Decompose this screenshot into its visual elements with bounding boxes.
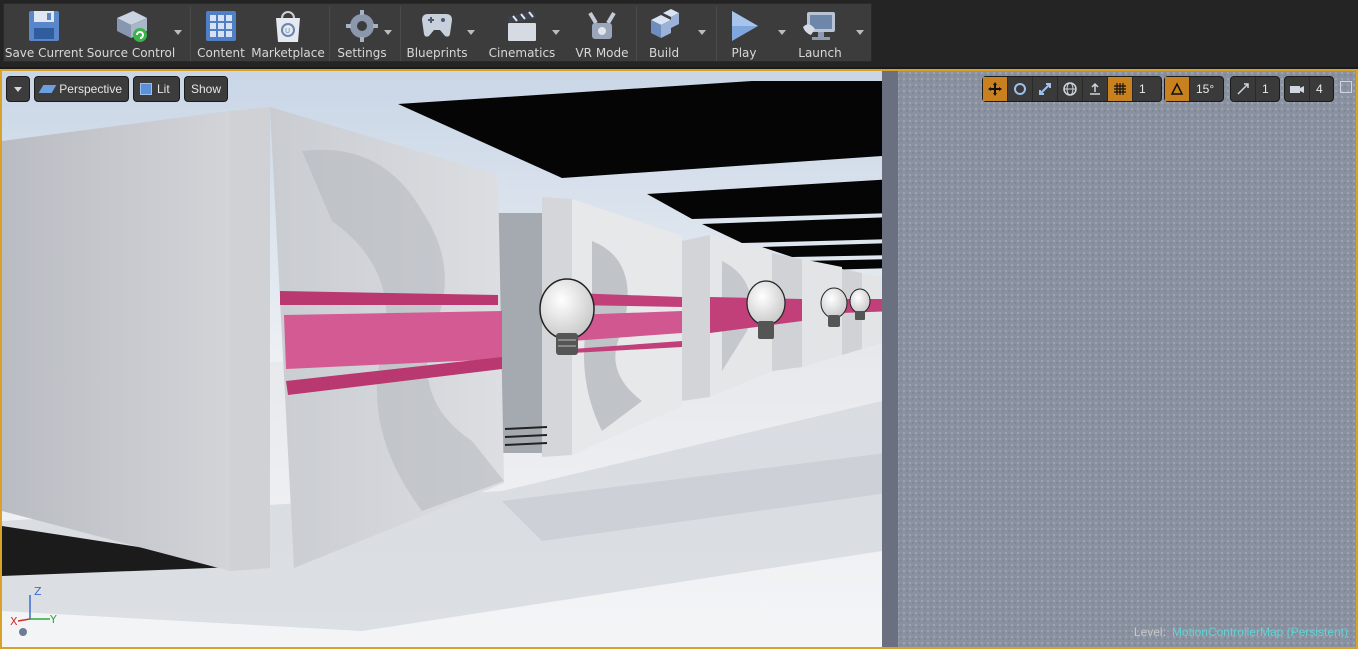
- blueprints-dropdown-arrow[interactable]: [467, 30, 475, 35]
- toolbar-separator: [329, 6, 330, 61]
- build-button[interactable]: Build: [642, 4, 686, 63]
- grid-snap-button[interactable]: [1108, 77, 1133, 101]
- save-icon: [24, 7, 64, 45]
- maximize-viewport-icon[interactable]: [1340, 81, 1352, 93]
- surface-snapping-button[interactable]: [1083, 77, 1108, 101]
- play-button[interactable]: Play: [722, 4, 766, 63]
- camera-speed-group: 4: [1284, 76, 1334, 102]
- content-icon: [201, 7, 241, 45]
- toolbar-panel: Save Current Source Control Content U Ma…: [3, 3, 872, 62]
- camera-speed-button[interactable]: [1285, 77, 1310, 101]
- marketplace-icon: U: [268, 7, 308, 45]
- scale-mode-button[interactable]: [1033, 77, 1058, 101]
- help-icon: [19, 628, 27, 636]
- cinematics-dropdown-arrow[interactable]: [552, 30, 560, 35]
- play-icon: [724, 7, 764, 45]
- level-viewport[interactable]: Perspective Lit Show 1 15° 1 4 Z X Y Lev…: [0, 69, 1358, 649]
- move-icon: [988, 82, 1002, 96]
- marketplace-button[interactable]: U Marketplace: [250, 4, 326, 63]
- view-mode-lit-button[interactable]: Lit: [133, 76, 180, 102]
- scale-snap-group: 1: [1230, 76, 1280, 102]
- translate-mode-button[interactable]: [983, 77, 1008, 101]
- blueprints-button[interactable]: Blueprints: [406, 4, 468, 63]
- save-current-label: Save Current: [4, 46, 84, 60]
- blueprints-icon: [417, 7, 457, 45]
- rotation-snap-button[interactable]: [1165, 77, 1190, 101]
- save-current-button[interactable]: Save Current: [4, 4, 84, 63]
- source-control-button[interactable]: Source Control: [86, 4, 176, 63]
- grid-snap-value[interactable]: 1: [1133, 82, 1159, 96]
- play-dropdown-arrow[interactable]: [778, 30, 786, 35]
- rotate-mode-button[interactable]: [1008, 77, 1033, 101]
- settings-label: Settings: [337, 46, 387, 60]
- content-button[interactable]: Content: [196, 4, 246, 63]
- lit-cube-icon: [140, 83, 152, 95]
- vr-mode-icon: [582, 7, 622, 45]
- toolbar-empty-area: [872, 0, 1358, 67]
- toolbar-separator: [400, 6, 401, 61]
- axis-x-label: X: [10, 615, 18, 628]
- perspective-label: Perspective: [59, 82, 122, 96]
- grid-icon: [1114, 83, 1126, 95]
- build-icon: [644, 7, 684, 45]
- transform-toolbar: 1: [982, 76, 1162, 102]
- settings-button[interactable]: Settings: [334, 4, 390, 63]
- blueprints-label: Blueprints: [406, 46, 468, 60]
- cinematics-label: Cinematics: [488, 46, 556, 60]
- settings-icon: [342, 7, 382, 45]
- chevron-down-icon: [14, 86, 22, 92]
- launch-dropdown-arrow[interactable]: [856, 30, 864, 35]
- axis-y-label: Y: [49, 613, 57, 626]
- launch-label: Launch: [798, 46, 842, 60]
- angle-icon: [1170, 82, 1184, 95]
- build-dropdown-arrow[interactable]: [698, 30, 706, 35]
- svg-text:U: U: [285, 27, 290, 35]
- viewport-options-button[interactable]: [6, 76, 30, 102]
- globe-icon: [1063, 82, 1077, 96]
- play-label: Play: [731, 46, 757, 60]
- scale-snap-value[interactable]: 1: [1256, 82, 1275, 96]
- axis-gizmo: Z X Y: [10, 585, 57, 636]
- toolbar-separator: [716, 6, 717, 61]
- camera-speed-value[interactable]: 4: [1310, 82, 1329, 96]
- marketplace-label: Marketplace: [251, 46, 325, 60]
- camera-icon: [1290, 86, 1304, 93]
- content-label: Content: [197, 46, 245, 60]
- launch-icon: [800, 7, 840, 45]
- toolbar-separator: [636, 6, 637, 61]
- vr-mode-button[interactable]: VR Mode: [570, 4, 634, 63]
- toolbar-separator: [190, 6, 191, 61]
- cinematics-button[interactable]: Cinematics: [488, 4, 556, 63]
- launch-button[interactable]: Launch: [798, 4, 842, 63]
- surface-snap-icon: [1090, 82, 1100, 95]
- settings-dropdown-arrow[interactable]: [384, 30, 392, 35]
- scale-snap-icon: [1237, 83, 1249, 95]
- perspective-button[interactable]: Perspective: [34, 76, 129, 102]
- scale-icon: [1039, 83, 1051, 95]
- rotation-snap-group: 15°: [1164, 76, 1224, 102]
- scale-snap-button[interactable]: [1231, 77, 1256, 101]
- world-local-toggle[interactable]: [1058, 77, 1083, 101]
- source-control-dropdown-arrow[interactable]: [174, 30, 182, 35]
- build-label: Build: [648, 46, 680, 60]
- source-control-icon: [111, 7, 151, 45]
- rotate-icon: [1014, 83, 1026, 95]
- scene-render: [2, 71, 1356, 647]
- axis-z-label: Z: [34, 585, 42, 598]
- source-control-label: Source Control: [86, 46, 176, 60]
- perspective-icon: [38, 85, 57, 93]
- main-toolbar: Save Current Source Control Content U Ma…: [0, 0, 1358, 67]
- lit-label: Lit: [157, 82, 170, 96]
- level-prefix: Level:: [1133, 625, 1166, 639]
- level-name: MotionControllerMap (Persistent): [1171, 625, 1348, 639]
- rotation-snap-value[interactable]: 15°: [1190, 82, 1220, 96]
- vr-mode-label: VR Mode: [575, 46, 629, 60]
- cinematics-icon: [502, 7, 542, 45]
- show-button[interactable]: Show: [184, 76, 228, 102]
- current-level-label: Level: MotionControllerMap (Persistent): [1134, 625, 1348, 639]
- show-label: Show: [190, 82, 222, 96]
